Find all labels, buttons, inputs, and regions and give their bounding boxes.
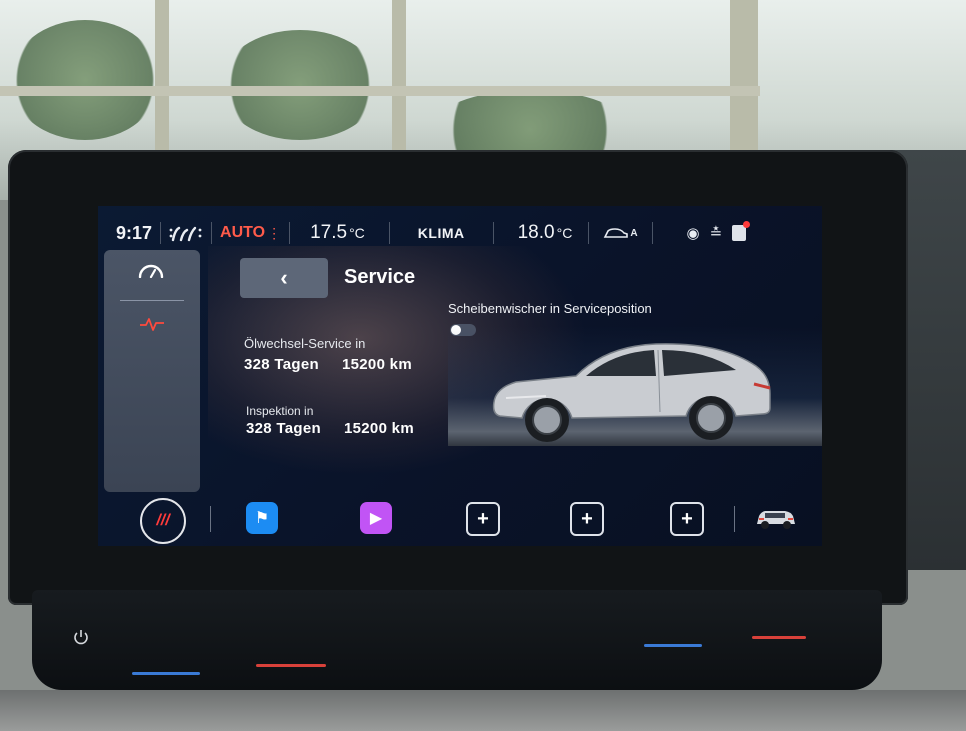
add-shortcut-button-3[interactable]: + — [670, 502, 704, 536]
temp-slider-red[interactable] — [752, 636, 806, 639]
air-recirculation-button[interactable]: A — [589, 216, 651, 250]
add-shortcut-button-1[interactable]: + — [466, 502, 500, 536]
climate-auto-button[interactable]: AUTO ⋮ — [212, 216, 289, 250]
sidebar-divider — [120, 300, 184, 301]
temperature-left[interactable]: 17.5 °C — [290, 216, 373, 250]
window-frame — [155, 0, 169, 170]
divider — [651, 222, 653, 244]
media-app-button[interactable]: ▶ — [360, 502, 392, 534]
cupra-menu-label: /// — [156, 512, 170, 529]
oil-service-km: 15200 km — [342, 356, 412, 373]
sidebar — [104, 250, 200, 492]
inspection-km: 15200 km — [344, 420, 414, 437]
cupra-menu-button[interactable]: /// — [140, 498, 186, 544]
temp-slider-blue[interactable] — [644, 644, 702, 647]
gauge-icon[interactable] — [138, 264, 164, 278]
divider — [210, 506, 211, 532]
infotainment-screen: 9:17 AUTO ⋮ 17.5 °C KLIMA 18.0 °C A ◉ ≛ … — [98, 206, 822, 546]
vehicle-button[interactable] — [754, 502, 798, 534]
notification-icon[interactable] — [732, 221, 751, 241]
add-shortcut-button-2[interactable]: + — [570, 502, 604, 536]
seat-heating-icon[interactable] — [161, 216, 211, 250]
car-air-icon — [604, 228, 629, 238]
fan-label: A — [630, 227, 638, 239]
globe-icon[interactable]: ◉ — [687, 224, 700, 242]
status-bar: 9:17 AUTO ⋮ 17.5 °C KLIMA 18.0 °C A ◉ ≛ — [98, 216, 822, 250]
car-icon — [757, 511, 795, 529]
temperature-left-unit: °C — [349, 225, 365, 241]
climate-control-strip — [32, 590, 882, 690]
window-frame — [392, 0, 406, 170]
window-frame — [0, 86, 760, 96]
flag-app-button[interactable]: ⚑ — [246, 502, 278, 534]
divider — [734, 506, 735, 532]
inspection-label: Inspektion in — [246, 404, 314, 418]
temperature-left-value: 17.5 — [310, 222, 348, 243]
window-frame — [730, 0, 758, 170]
inspection-days: 328 Tagen — [246, 420, 321, 437]
flag-icon: ⚑ — [254, 510, 270, 527]
temp-slider-red[interactable] — [256, 664, 326, 667]
auto-level-icon: ⋮ — [267, 224, 282, 241]
status-icons: ◉ ≛ — [679, 216, 755, 250]
background-tree — [220, 30, 380, 140]
plus-icon: + — [477, 507, 489, 530]
oil-service-label: Ölwechsel-Service in — [244, 336, 366, 351]
back-button[interactable]: ‹ — [240, 258, 328, 298]
car-image — [492, 343, 771, 442]
temp-slider-blue[interactable] — [132, 672, 200, 675]
app-dock: /// ⚑ ▶ + + + — [98, 492, 822, 546]
power-icon[interactable] — [72, 628, 90, 646]
page-title: Service — [344, 266, 416, 288]
temperature-right[interactable]: 18.0 °C — [494, 216, 581, 250]
user-profile-icon[interactable]: ≛ — [710, 224, 723, 242]
klima-button[interactable]: KLIMA — [390, 216, 493, 250]
background-tree — [10, 20, 160, 140]
oil-service-days: 328 Tagen — [244, 356, 319, 373]
pulse-icon[interactable] — [140, 316, 164, 332]
play-icon: ▶ — [369, 510, 383, 527]
dashboard-bottom — [0, 690, 966, 731]
notification-dot — [743, 221, 751, 228]
plus-icon: + — [581, 507, 593, 530]
clock: 9:17 — [116, 222, 153, 243]
temperature-right-unit: °C — [556, 225, 573, 241]
wiper-service-label: Scheibenwischer in Serviceposition — [448, 301, 652, 316]
chevron-left-icon: ‹ — [280, 265, 288, 290]
temperature-right-value: 18.0 — [517, 222, 555, 243]
auto-label: AUTO — [220, 224, 266, 241]
plus-icon: + — [681, 507, 693, 530]
